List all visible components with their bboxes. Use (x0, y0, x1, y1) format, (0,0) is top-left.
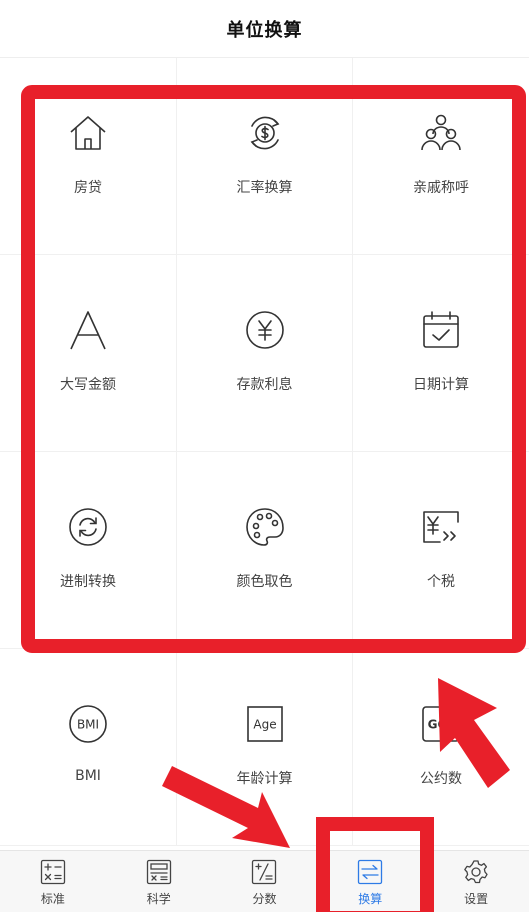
grid-item-gcd[interactable]: GC 公约数 (353, 649, 529, 846)
grid-item-base-conversion[interactable]: 进制转换 (0, 452, 177, 649)
yen-coin-icon (244, 309, 286, 351)
grid-item-color-picker[interactable]: 颜色取色 (177, 452, 353, 649)
grid-item-label: 公约数 (420, 771, 462, 787)
convert-icon (357, 859, 383, 885)
tab-fraction[interactable]: 分数 (212, 851, 318, 912)
tab-label: 换算 (358, 892, 383, 906)
grid-item-age-calc[interactable]: Age 年龄计算 (177, 649, 353, 846)
grid-item-label: BMI (75, 768, 101, 784)
bottom-tab-bar: 标准 科学 分数 换算 设置 (0, 850, 529, 912)
grid-item-relatives[interactable]: 亲戚称呼 (353, 58, 529, 255)
tax-icon (420, 506, 462, 548)
tab-scientific[interactable]: 科学 (106, 851, 212, 912)
grid-item-label: 个税 (427, 574, 455, 590)
refresh-icon (67, 506, 109, 548)
bmi-icon-text: BMI (77, 718, 99, 732)
grid-item-label: 亲戚称呼 (413, 180, 469, 196)
grid-item-mortgage[interactable]: 房贷 (0, 58, 177, 255)
gcd-icon-text: GC (428, 718, 447, 732)
tab-standard[interactable]: 标准 (0, 851, 106, 912)
scientific-calculator-icon (146, 859, 172, 885)
letter-a-icon (67, 309, 109, 351)
age-icon: Age (244, 703, 286, 745)
tab-label: 标准 (40, 892, 65, 906)
family-icon (420, 112, 462, 154)
grid-item-label: 颜色取色 (236, 574, 293, 590)
standard-calculator-icon (40, 859, 66, 885)
grid-item-label: 大写金额 (60, 377, 116, 393)
age-icon-text: Age (253, 718, 276, 732)
grid-item-income-tax[interactable]: 个税 (353, 452, 529, 649)
grid-item-label: 房贷 (74, 180, 102, 196)
grid-item-date-calc[interactable]: 日期计算 (353, 255, 529, 452)
gear-icon (463, 859, 489, 885)
grid-item-label: 汇率换算 (236, 180, 293, 196)
bmi-icon: BMI (67, 703, 109, 745)
house-icon (67, 112, 109, 154)
grid-item-label: 存款利息 (236, 377, 293, 393)
grid-item-label: 日期计算 (413, 377, 469, 393)
tab-settings[interactable]: 设置 (423, 851, 529, 912)
grid-item-label: 年龄计算 (236, 771, 293, 787)
tab-label: 科学 (146, 892, 171, 906)
palette-icon (244, 506, 286, 548)
converter-grid: 房贷 汇率换算 亲戚称呼 大写金额 存款利息 日期计算 进制转换 颜色取色 个税… (0, 58, 529, 846)
tab-convert[interactable]: 换算 (317, 851, 423, 912)
app-header: 单位换算 (0, 0, 529, 58)
fraction-icon (251, 859, 277, 885)
gcd-icon: GC (420, 703, 462, 745)
tab-label: 分数 (252, 892, 277, 906)
grid-item-label: 进制转换 (60, 574, 116, 590)
grid-item-bmi[interactable]: BMI BMI (0, 649, 177, 846)
grid-item-capital-amount[interactable]: 大写金额 (0, 255, 177, 452)
page-title: 单位换算 (226, 19, 303, 41)
currency-exchange-icon (244, 112, 286, 154)
calendar-check-icon (420, 309, 462, 351)
tab-label: 设置 (464, 892, 489, 906)
grid-item-deposit-interest[interactable]: 存款利息 (177, 255, 353, 452)
grid-item-exchange-rate[interactable]: 汇率换算 (177, 58, 353, 255)
